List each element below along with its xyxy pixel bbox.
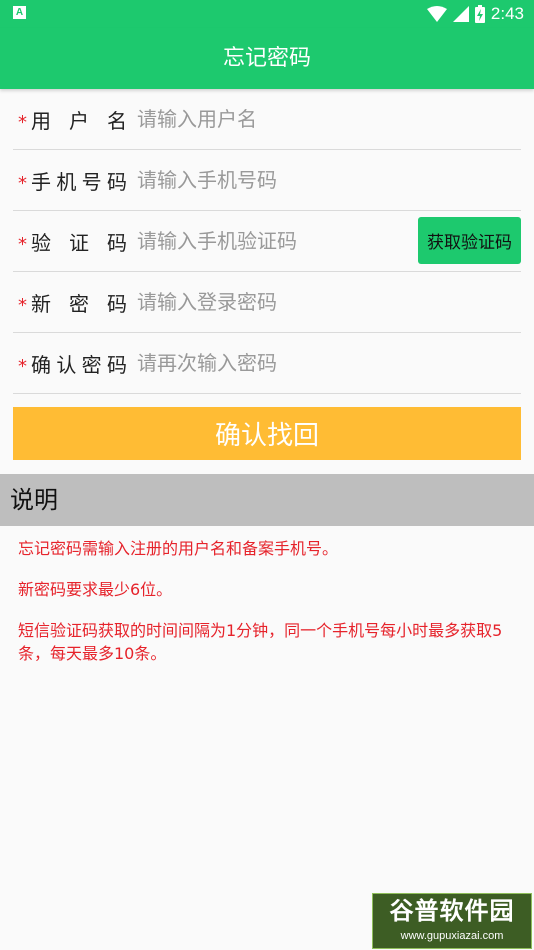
note-line: 忘记密码需输入注册的用户名和备案手机号。 [18, 539, 339, 558]
required-mark: * [18, 233, 27, 255]
confirm-password-row: * 确 认 密 码 [13, 333, 521, 394]
required-mark: * [18, 294, 27, 316]
get-code-button[interactable]: 获取验证码 [418, 217, 521, 264]
signal-icon [452, 6, 469, 22]
phone-input[interactable] [137, 168, 417, 192]
verification-code-input[interactable] [137, 229, 417, 253]
phone-label: 手 机 号 码 [31, 169, 127, 194]
app-notification-icon: A [13, 6, 26, 19]
notes-header: 说明 [0, 474, 534, 526]
code-row: * 验 证 码 获取验证码 [13, 211, 521, 272]
required-mark: * [18, 172, 27, 194]
username-input[interactable] [137, 107, 417, 131]
page-title: 忘记密码 [0, 28, 534, 89]
confirm-password-label: 确 认 密 码 [31, 352, 127, 377]
note-line: 新密码要求最少6位。 [18, 580, 173, 599]
wifi-icon [426, 6, 447, 22]
status-bar: A 2:43 [0, 0, 534, 28]
forgot-password-form: * 用 户 名 * 手 机 号 码 * 验 证 码 获取验证码 * 新 密 [13, 89, 521, 394]
watermark-logo: 谷普软件园 www.gupuxiazai.com [372, 893, 532, 949]
username-row: * 用 户 名 [13, 89, 521, 150]
confirm-password-input[interactable] [137, 351, 417, 375]
username-label: 用 户 名 [31, 108, 127, 133]
status-time: 2:43 [490, 4, 524, 23]
status-icons: 2:43 [426, 3, 524, 25]
battery-icon [474, 5, 485, 23]
phone-row: * 手 机 号 码 [13, 150, 521, 211]
code-label: 验 证 码 [31, 230, 127, 255]
note-line: 短信验证码获取的时间间隔为1分钟，同一个手机号每小时最多获取5条，每天最多10条… [18, 621, 503, 663]
new-password-input[interactable] [137, 290, 417, 314]
new-password-row: * 新 密 码 [13, 272, 521, 333]
notes-body: 忘记密码需输入注册的用户名和备案手机号。 新密码要求最少6位。 短信验证码获取的… [18, 537, 518, 683]
watermark-text: 谷普软件园 [389, 897, 515, 925]
confirm-recover-button[interactable]: 确认找回 [13, 407, 521, 460]
new-password-label: 新 密 码 [31, 291, 127, 316]
required-mark: * [18, 355, 27, 377]
required-mark: * [18, 111, 27, 133]
watermark-url: www.gupuxiazai.com [400, 930, 504, 942]
